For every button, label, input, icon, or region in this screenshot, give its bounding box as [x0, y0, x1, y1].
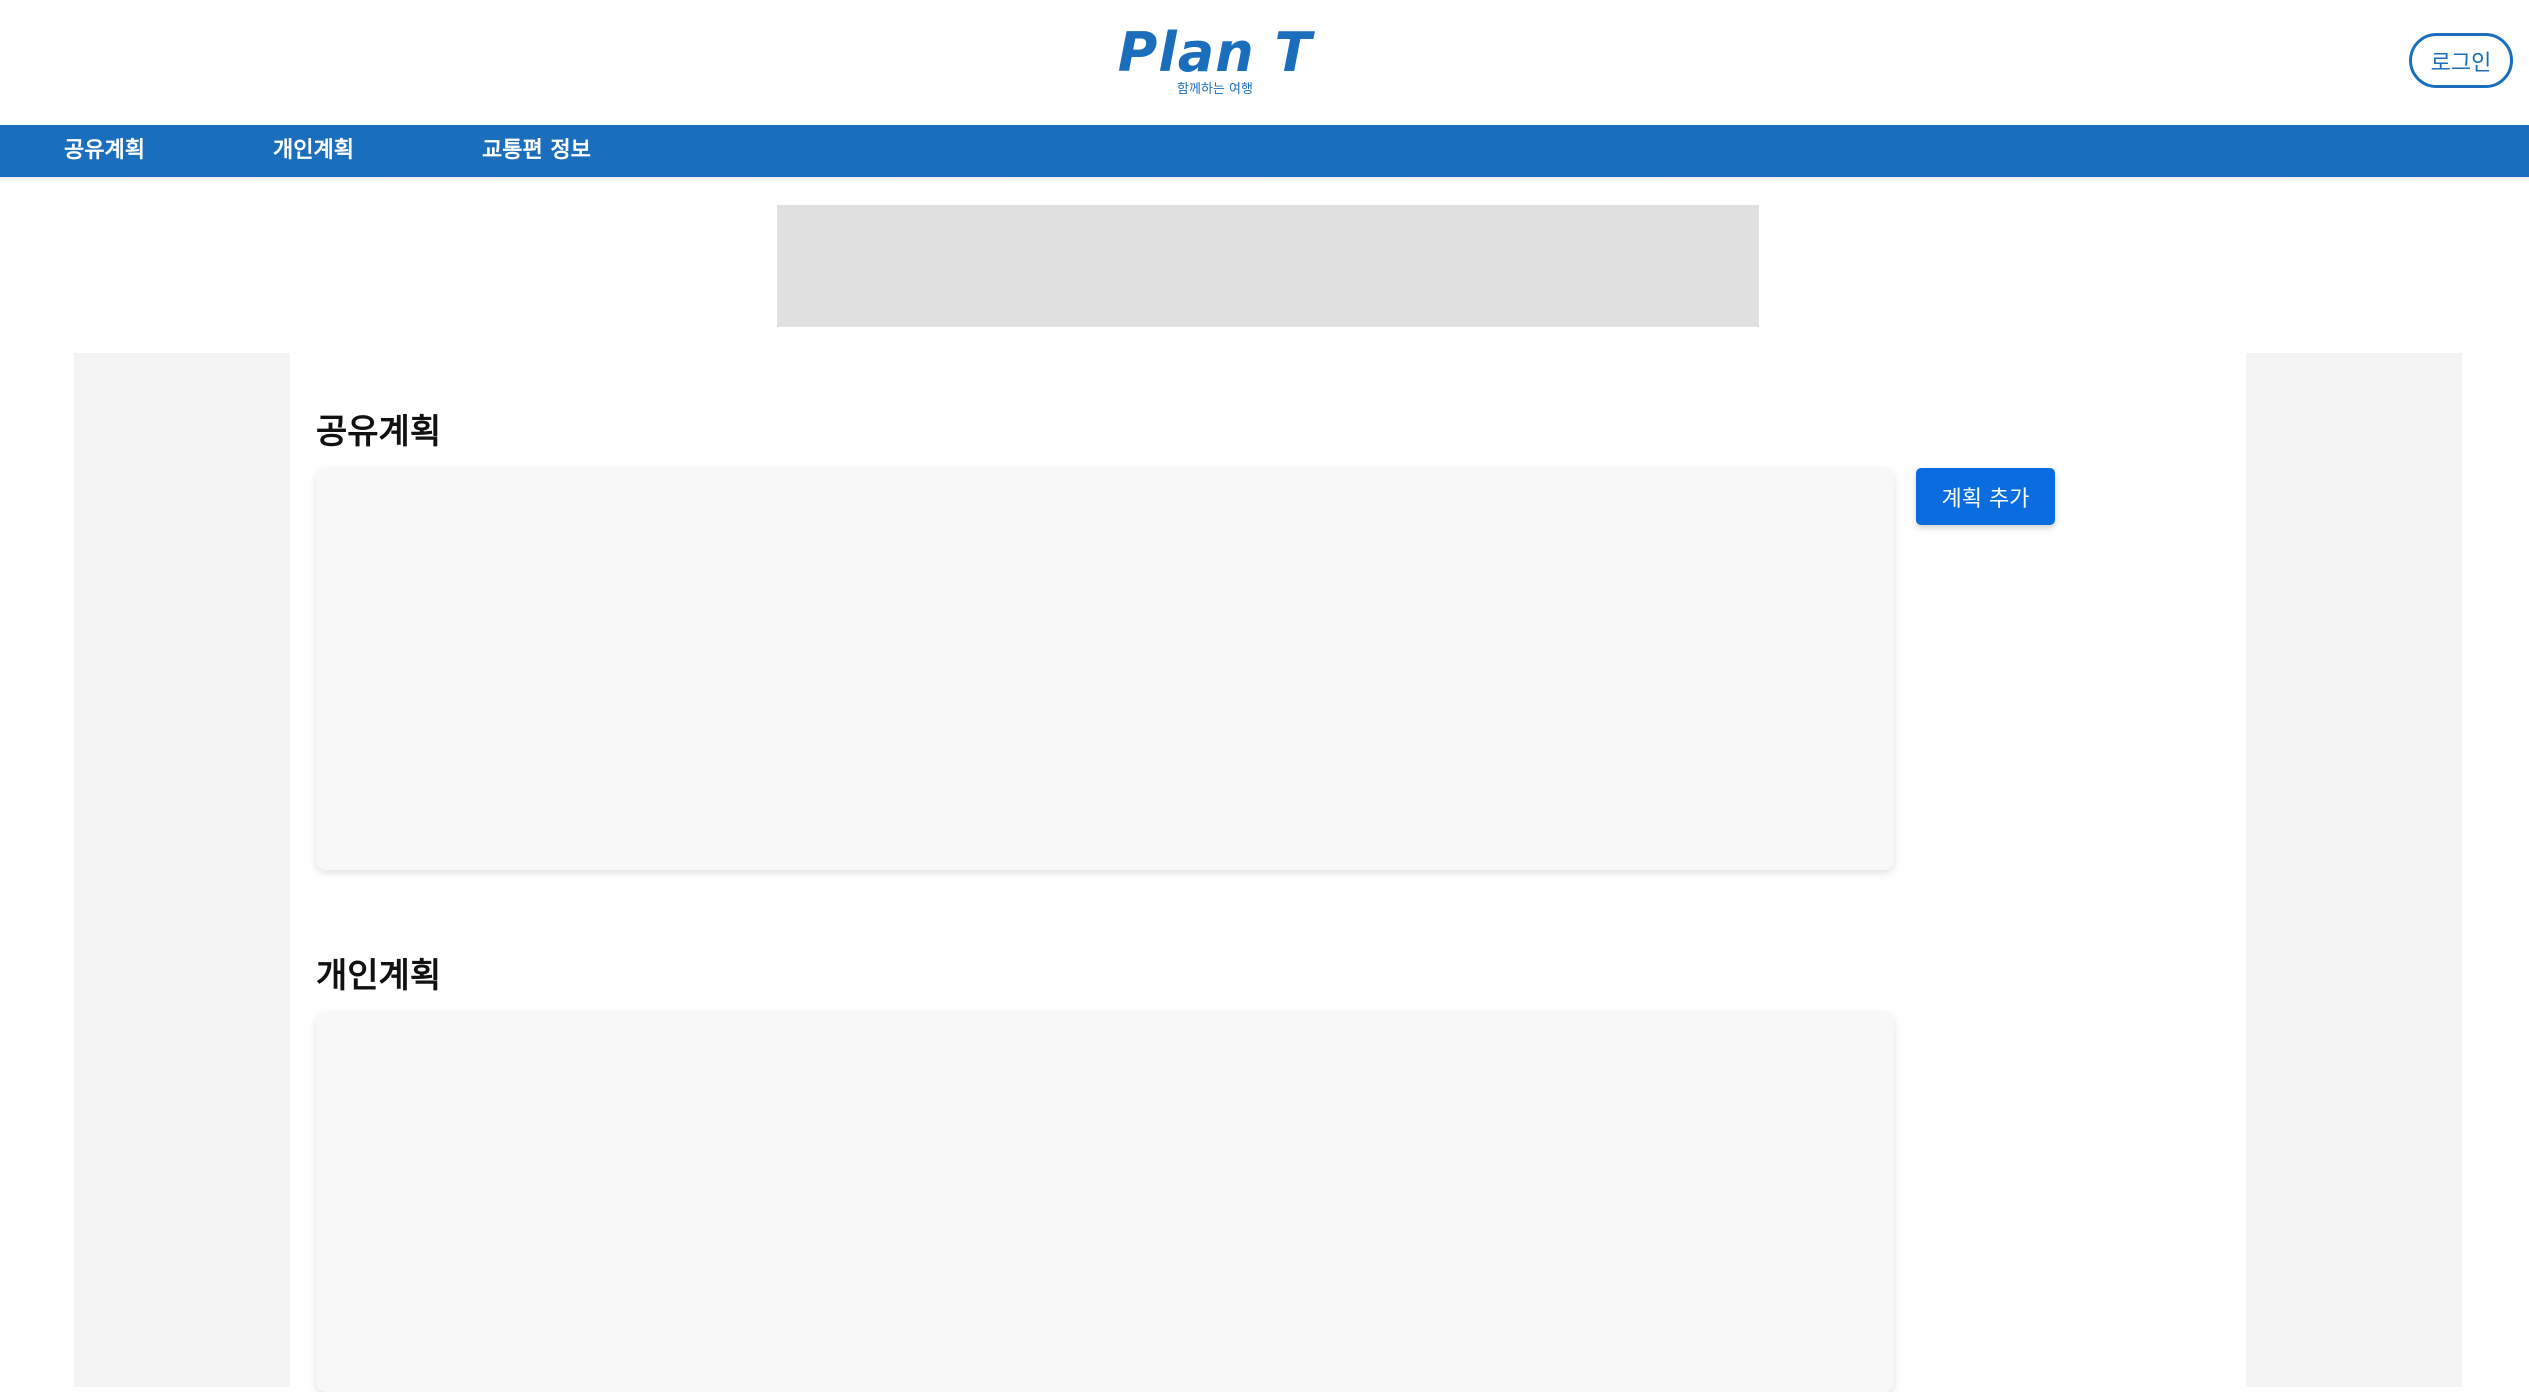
nav-item-transport-info[interactable]: 교통편 정보 [482, 125, 591, 177]
personal-plans-title: 개인계획 [316, 956, 442, 996]
nav-divider [0, 177, 2529, 183]
add-plan-button[interactable]: 계획 추가 [1916, 468, 2055, 525]
left-side-panel [74, 353, 290, 1387]
site-logo[interactable]: Plan T 함께하는 여행 [1105, 22, 1325, 98]
right-side-panel [2246, 353, 2462, 1387]
login-button[interactable]: 로그인 [2409, 33, 2513, 88]
main-nav: 공유계획 개인계획 교통편 정보 [0, 125, 2529, 177]
shared-plans-panel [316, 468, 1894, 870]
shared-plans-title: 공유계획 [316, 412, 442, 452]
logo-title: Plan T [1117, 21, 1313, 84]
site-header: Plan T 함께하는 여행 로그인 [0, 0, 2529, 125]
nav-item-shared-plans[interactable]: 공유계획 [64, 125, 145, 177]
personal-plans-panel [316, 1012, 1894, 1392]
logo-subtitle: 함께하는 여행 [1177, 82, 1253, 97]
banner-placeholder [777, 205, 1759, 327]
nav-item-personal-plans[interactable]: 개인계획 [273, 125, 354, 177]
